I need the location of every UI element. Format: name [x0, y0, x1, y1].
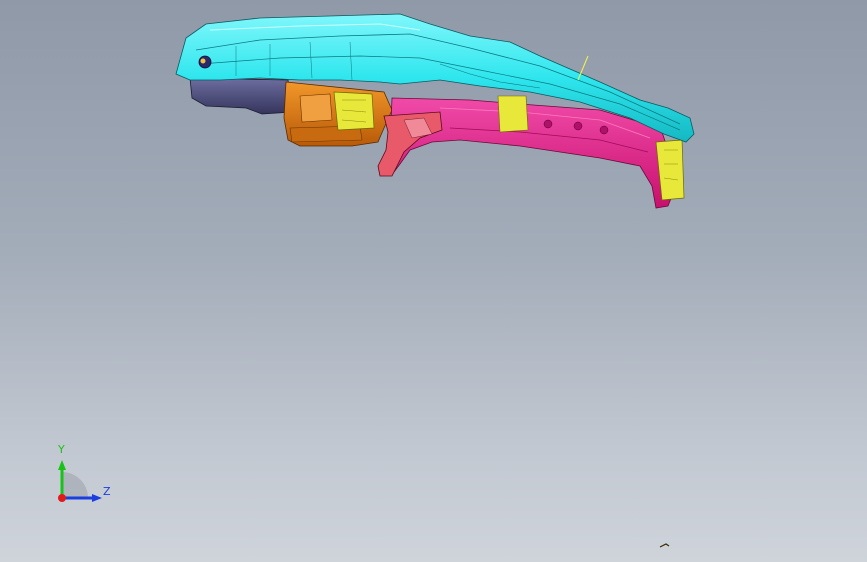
cad-model[interactable] [0, 0, 867, 562]
stray-sketch-fragment [659, 543, 670, 548]
z-axis-label: Z [103, 485, 111, 498]
3d-viewport[interactable]: Y Z [0, 0, 867, 562]
rear-housing-part[interactable] [189, 77, 293, 115]
y-axis-label: Y [58, 443, 65, 456]
x-axis-origin [58, 494, 66, 502]
